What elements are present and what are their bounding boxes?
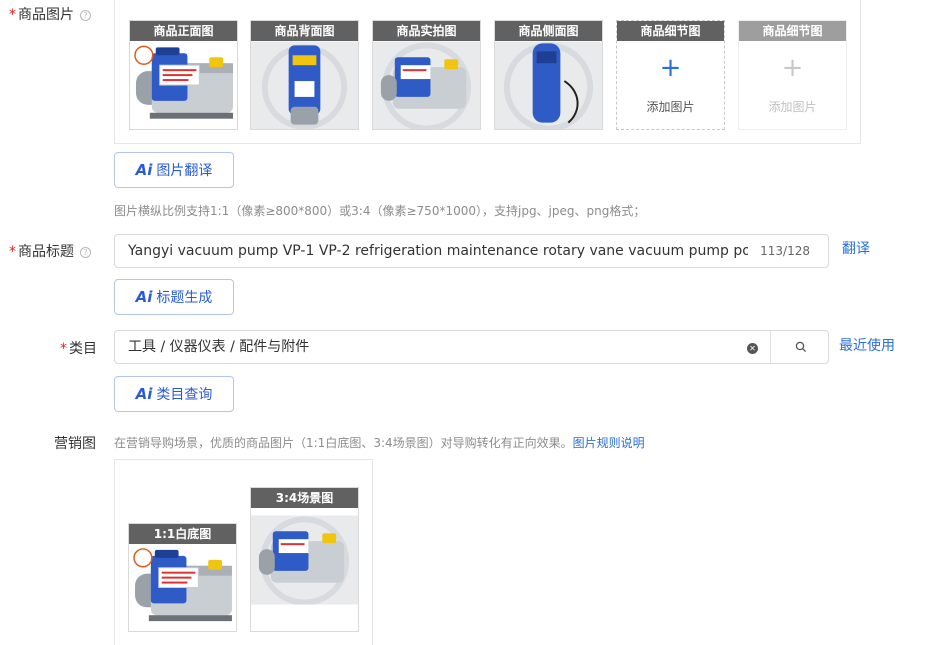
marketing-label: 营销图 [54, 436, 96, 452]
image-slot-detail-add-disabled: 商品细节图 + 添加图片 [738, 20, 847, 130]
ai-icon: Ai [135, 288, 153, 306]
required-mark: * [9, 7, 16, 23]
marketing-scene-image [251, 512, 358, 608]
clear-icon[interactable]: ✕ [747, 343, 758, 354]
required-mark: * [60, 341, 67, 357]
add-image-text: 添加图片 [768, 100, 817, 114]
image-translate-button[interactable]: Ai 图片翻译 [114, 152, 234, 188]
title-generate-label: 标题生成 [156, 290, 213, 306]
category-label-text: 类目 [69, 341, 97, 357]
search-icon [795, 341, 806, 353]
required-mark: * [9, 244, 16, 260]
marketing-images-panel: 1:1白底图 3:4场景图 [114, 459, 373, 645]
add-image-text: 添加图片 [646, 100, 695, 114]
product-front-image [130, 41, 237, 130]
marketing-slot-tag: 1:1白底图 [129, 524, 236, 544]
image-slot-front[interactable]: 商品正面图 [129, 20, 238, 130]
image-slot-tag: 商品正面图 [130, 21, 237, 41]
image-slot-detail-add[interactable]: 商品细节图 + 添加图片 [616, 20, 725, 130]
product-images-panel: 商品正面图 商品背面图 商品实拍图 商品侧面图 商品细节图 + 添加图片 商品细… [114, 0, 861, 144]
category-label: * 类目 [60, 338, 97, 358]
title-translate-link[interactable]: 翻译 [842, 238, 870, 258]
image-slot-side[interactable]: 商品侧面图 [494, 20, 603, 130]
category-select[interactable]: 工具 / 仪器仪表 / 配件与附件 ✕ [114, 330, 829, 364]
image-slot-tag: 商品细节图 [617, 21, 724, 41]
recent-use-link[interactable]: 最近使用 [839, 335, 895, 355]
product-title-label: * 商品标题? [9, 241, 91, 261]
product-back-image [251, 41, 358, 130]
image-slot-back[interactable]: 商品背面图 [250, 20, 359, 130]
product-title-input[interactable]: Yangyi vacuum pump VP-1 VP-2 refrigerati… [114, 234, 829, 268]
product-real-image [373, 41, 480, 130]
ai-icon: Ai [135, 385, 153, 403]
help-icon[interactable]: ? [80, 10, 91, 21]
product-images-label: * 商品图片? [9, 4, 91, 24]
marketing-hint: 在营销导购场景，优质的商品图片（1:1白底图、3:4场景图）对导购转化有正向效果… [114, 434, 645, 451]
image-format-hint: 图片横纵比例支持1:1（像素≥800*800）或3:4（像素≥750*1000）… [114, 204, 646, 218]
help-icon[interactable]: ? [80, 247, 91, 258]
product-side-image [495, 41, 602, 130]
ai-icon: Ai [135, 161, 153, 179]
product-title-label-text: 商品标题 [18, 244, 74, 260]
category-value: 工具 / 仪器仪表 / 配件与附件 [128, 339, 310, 355]
category-search-button[interactable] [770, 330, 830, 364]
image-slot-real[interactable]: 商品实拍图 [372, 20, 481, 130]
rules-link[interactable]: 图片规则说明 [573, 436, 645, 450]
marketing-white-bg-image [129, 544, 236, 632]
title-generate-button[interactable]: Ai 标题生成 [114, 279, 234, 315]
image-translate-label: 图片翻译 [156, 163, 213, 179]
plus-icon: + [781, 53, 804, 83]
category-query-label: 类目查询 [156, 387, 213, 403]
image-slot-tag: 商品实拍图 [373, 21, 480, 41]
category-query-button[interactable]: Ai 类目查询 [114, 376, 234, 412]
marketing-slot-white[interactable]: 1:1白底图 [128, 523, 237, 632]
marketing-hint-text: 在营销导购场景，优质的商品图片（1:1白底图、3:4场景图）对导购转化有正向效果… [114, 436, 573, 450]
image-slot-tag: 商品侧面图 [495, 21, 602, 41]
plus-icon: + [659, 53, 682, 83]
image-slot-tag: 商品细节图 [739, 21, 846, 41]
title-char-count: 113/128 [760, 244, 810, 258]
image-slot-tag: 商品背面图 [251, 21, 358, 41]
product-title-value: Yangyi vacuum pump VP-1 VP-2 refrigerati… [128, 243, 748, 259]
product-images-label-text: 商品图片 [18, 7, 74, 23]
marketing-slot-scene[interactable]: 3:4场景图 [250, 487, 359, 632]
marketing-slot-tag: 3:4场景图 [251, 488, 358, 508]
